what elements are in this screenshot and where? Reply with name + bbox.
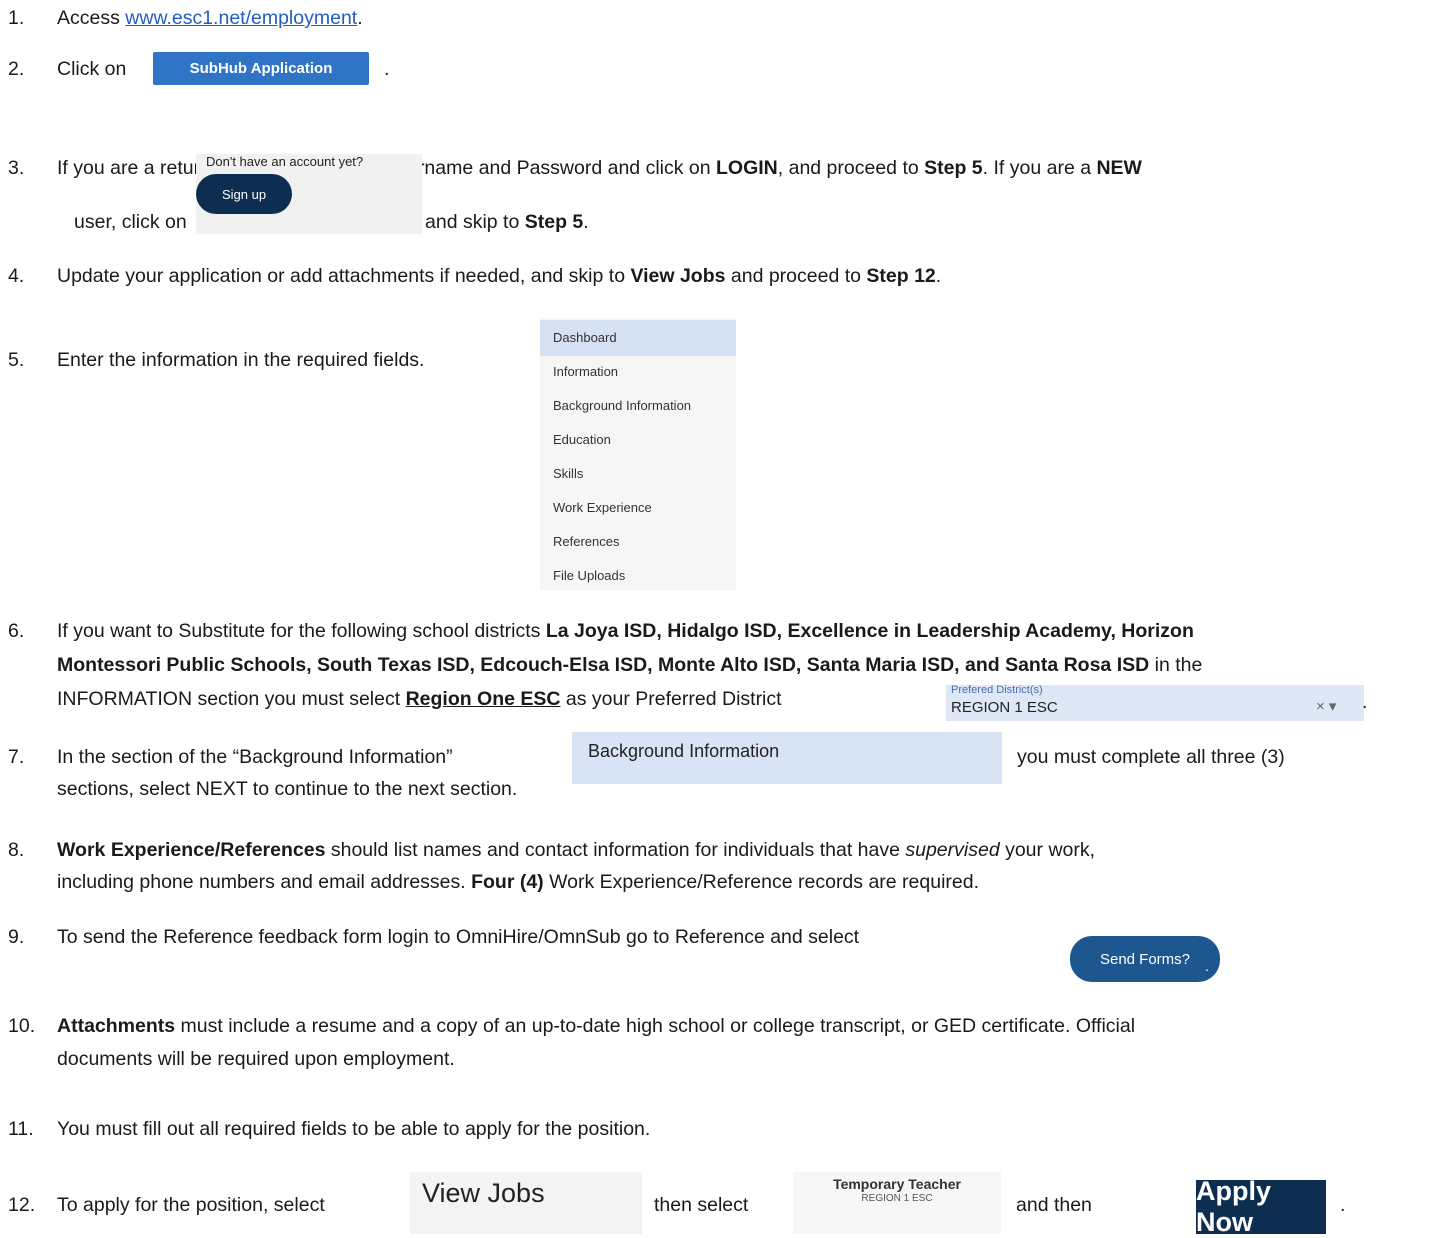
sidebar-item-education[interactable]: Education xyxy=(540,422,736,458)
clear-dropdown-icon[interactable]: × ▾ xyxy=(1316,697,1336,715)
application-sidebar-menu: Dashboard Information Background Informa… xyxy=(540,318,736,590)
step-6-line-3: INFORMATION section you must select Regi… xyxy=(57,688,782,710)
sidebar-item-information[interactable]: Information xyxy=(540,354,736,390)
step-5-text: Enter the information in the required fi… xyxy=(57,349,425,371)
step-3-line-2a: user, click on xyxy=(74,211,187,233)
sign-up-button[interactable]: Sign up xyxy=(196,174,292,214)
step-9-text: To send the Reference feedback form logi… xyxy=(57,926,860,948)
step-12-text-a: To apply for the position, select xyxy=(57,1194,325,1216)
sidebar-item-background-information[interactable]: Background Information xyxy=(540,388,736,424)
step-9-period: . xyxy=(1205,958,1209,974)
step-number: 5. xyxy=(8,349,25,371)
apply-now-button[interactable]: Apply Now xyxy=(1196,1176,1326,1237)
step-6-period: . xyxy=(1362,691,1368,713)
sidebar-item-references[interactable]: References xyxy=(540,524,736,560)
step-number: 2. xyxy=(8,58,25,80)
step-4-text: Update your application or add attachmen… xyxy=(57,265,942,287)
step-11-text: You must fill out all required fields to… xyxy=(57,1118,651,1140)
signup-prompt: Don't have an account yet? xyxy=(206,154,364,169)
preferred-district-label: Prefered District(s) xyxy=(951,684,1043,696)
step-number: 6. xyxy=(8,620,25,642)
step-number: 4. xyxy=(8,265,25,287)
sidebar-item-skills[interactable]: Skills xyxy=(540,456,736,492)
step-6-line-2: Montessori Public Schools, South Texas I… xyxy=(57,654,1203,676)
step-8-line-2: including phone numbers and email addres… xyxy=(57,871,980,893)
step-7-line-1b: you must complete all three (3) xyxy=(1017,746,1285,768)
step-number: 9. xyxy=(8,926,25,948)
step-number: 10. xyxy=(8,1015,36,1037)
send-forms-button[interactable]: Send Forms? xyxy=(1070,936,1220,982)
preferred-district-value: REGION 1 ESC xyxy=(951,699,1058,716)
view-jobs-label: View Jobs xyxy=(422,1178,545,1208)
step-12-period: . xyxy=(1340,1194,1346,1216)
step-3-line-2b: and skip to Step 5. xyxy=(425,211,589,233)
step-6-line-1: If you want to Substitute for the follow… xyxy=(57,620,1194,642)
sidebar-item-file-uploads[interactable]: File Uploads xyxy=(540,558,736,594)
step-number: 3. xyxy=(8,157,25,179)
step-number: 12. xyxy=(8,1194,36,1216)
step-12-text-b: then select xyxy=(654,1194,749,1216)
step-2-text: Click on xyxy=(57,58,127,80)
subhub-application-button[interactable]: SubHub Application xyxy=(153,52,369,85)
job-location: REGION 1 ESC xyxy=(861,1193,933,1204)
step-1-text: Access www.esc1.net/employment. xyxy=(57,7,363,29)
step-8-line-1: Work Experience/References should list n… xyxy=(57,839,1096,861)
step-12-text-c: and then xyxy=(1016,1194,1092,1216)
step-10-line-2: documents will be required upon employme… xyxy=(57,1048,455,1070)
step-number: 8. xyxy=(8,839,25,861)
step-10-line-1: Attachments must include a resume and a … xyxy=(57,1015,1136,1037)
step-7-line-2: sections, select NEXT to continue to the… xyxy=(57,778,518,800)
sidebar-item-work-experience[interactable]: Work Experience xyxy=(540,490,736,526)
step-number: 1. xyxy=(8,7,25,29)
step-7-line-1a: In the section of the “Background Inform… xyxy=(57,746,453,768)
sidebar-item-dashboard[interactable]: Dashboard xyxy=(540,320,736,356)
job-title: Temporary Teacher xyxy=(833,1176,961,1192)
step-2-period: . xyxy=(384,58,390,80)
employment-link[interactable]: www.esc1.net/employment xyxy=(125,7,357,29)
step-number: 7. xyxy=(8,746,25,768)
step-number: 11. xyxy=(8,1118,34,1140)
background-information-label: Background Information xyxy=(588,741,780,761)
